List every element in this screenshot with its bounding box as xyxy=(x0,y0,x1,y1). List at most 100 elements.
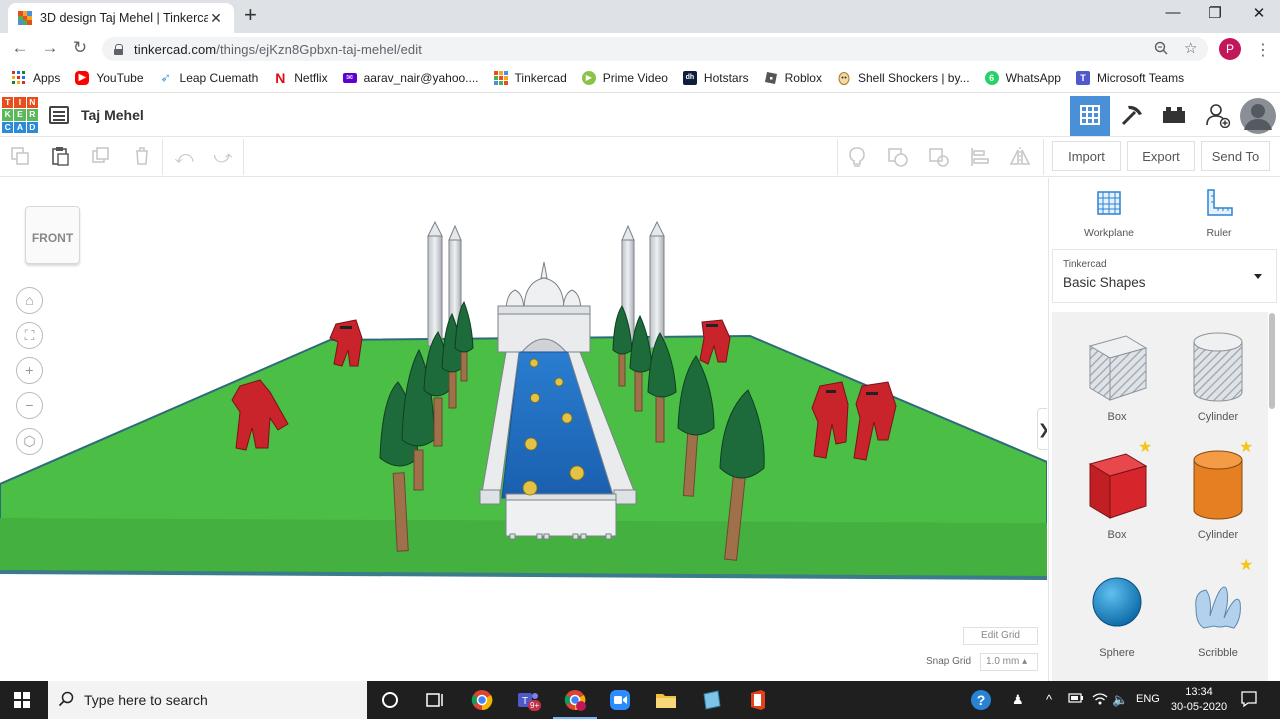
shape-cylinder-hole[interactable]: Cylinder xyxy=(1168,330,1268,423)
notifications-icon[interactable] xyxy=(1240,690,1258,711)
zoom-out-icon[interactable]: − xyxy=(16,392,43,419)
svg-text:?: ? xyxy=(977,692,986,708)
windows-start-icon[interactable] xyxy=(14,692,30,708)
workplane-button[interactable]: Workplane xyxy=(1069,188,1149,239)
box-solid-icon xyxy=(1084,453,1150,525)
browser-tab[interactable]: 3D design Taj Mehel | Tinkercad ✕ xyxy=(8,3,234,33)
chrome-profile-icon[interactable] xyxy=(553,688,597,719)
help-icon[interactable]: ? xyxy=(970,689,992,714)
bookmark-yahoo-mail[interactable]: ✉ aarav_nair@yahoo.... xyxy=(342,71,479,85)
youtube-icon: ▶ xyxy=(75,71,90,85)
new-tab-button[interactable]: + xyxy=(244,4,257,26)
bookmark-microsoft-teams[interactable]: T Microsoft Teams xyxy=(1075,71,1184,85)
file-explorer-icon[interactable] xyxy=(654,688,678,712)
zoom-icon[interactable] xyxy=(1154,41,1168,58)
bricks-view-button[interactable] xyxy=(1154,96,1194,136)
menu-kebab-icon[interactable]: ⋮ xyxy=(1255,40,1271,60)
blocks-view-button[interactable] xyxy=(1112,96,1152,136)
paste-icon[interactable] xyxy=(49,146,71,168)
ruler-button[interactable]: Ruler xyxy=(1179,188,1259,239)
teams-taskbar-icon[interactable]: T 9+ xyxy=(516,688,542,712)
task-view-icon[interactable] xyxy=(423,688,447,712)
reload-icon[interactable]: ↻ xyxy=(69,38,91,58)
minimize-button[interactable]: — xyxy=(1150,4,1196,21)
redo-icon[interactable]: ⤻ xyxy=(212,146,234,168)
system-clock[interactable]: 13:34 30-05-2020 xyxy=(1170,685,1228,715)
view-cube[interactable]: FRONT xyxy=(25,206,80,264)
bookmark-apps[interactable]: Apps xyxy=(12,71,60,85)
language-indicator[interactable]: ENG xyxy=(1136,693,1160,705)
home-view-icon[interactable]: ⌂ xyxy=(16,287,43,314)
cortana-icon[interactable] xyxy=(378,688,402,712)
export-button[interactable]: Export xyxy=(1127,141,1195,171)
forward-arrow-icon[interactable]: → xyxy=(39,38,61,58)
undo-icon[interactable]: ⤺ xyxy=(173,146,195,168)
import-button[interactable]: Import xyxy=(1052,141,1121,171)
cylinder-hole-icon xyxy=(1190,332,1246,407)
zoom-app-icon[interactable] xyxy=(608,688,632,712)
clock-date: 30-05-2020 xyxy=(1170,701,1228,713)
address-bar: ← → ↻ tinkercad.com/things/ejKzn8Gpbxn-t… xyxy=(0,33,1280,64)
shapes-scrollbar[interactable] xyxy=(1269,313,1275,409)
ungroup-icon[interactable] xyxy=(928,146,950,168)
taj-mahal-scene[interactable] xyxy=(0,178,1047,681)
bookmark-shell-shockers[interactable]: Shell Shockers | by... xyxy=(837,71,970,85)
bookmark-roblox[interactable]: Roblox xyxy=(764,71,822,85)
bookmark-hotstars[interactable]: dh Hotstars xyxy=(682,71,749,85)
show-hidden-icons-chevron-icon[interactable]: ^ xyxy=(1046,692,1052,707)
send-to-button[interactable]: Send To xyxy=(1201,141,1270,171)
shape-sphere[interactable]: Sphere xyxy=(1067,568,1167,659)
maximize-button[interactable]: ❐ xyxy=(1192,4,1238,22)
align-icon[interactable] xyxy=(969,146,991,168)
wifi-icon[interactable] xyxy=(1092,692,1108,709)
office-icon[interactable] xyxy=(746,688,770,712)
snap-grid-select[interactable]: 1.0 mm ▴ xyxy=(980,653,1038,671)
delete-icon[interactable] xyxy=(131,146,153,168)
bookmark-prime-video[interactable]: ▶ Prime Video xyxy=(581,71,668,85)
bookmark-star-icon[interactable]: ☆ xyxy=(1184,39,1197,57)
chrome-icon[interactable] xyxy=(470,688,494,712)
3d-viewport[interactable]: FRONT ⌂ ⛶ + − ⬡ Edit Grid Snap Grid 1.0 … xyxy=(0,178,1047,681)
tinkercad-logo[interactable]: TIN KER CAD xyxy=(2,97,38,133)
zoom-in-icon[interactable]: + xyxy=(16,357,43,384)
lightbulb-icon[interactable] xyxy=(846,146,868,168)
shape-box[interactable]: Box xyxy=(1067,448,1167,541)
panel-collapse-arrow-icon[interactable]: ❯ xyxy=(1037,408,1047,450)
close-window-button[interactable]: ✕ xyxy=(1236,4,1280,22)
design-list-icon[interactable] xyxy=(49,106,69,124)
shape-box-hole[interactable]: Box xyxy=(1067,330,1167,423)
fit-view-icon[interactable]: ⛶ xyxy=(16,322,43,349)
design-title[interactable]: Taj Mehel xyxy=(81,107,144,123)
url-input[interactable]: tinkercad.com/things/ejKzn8Gpbxn-taj-meh… xyxy=(102,37,1208,61)
bookmark-netflix[interactable]: N Netflix xyxy=(273,71,327,85)
toolbar-divider xyxy=(243,139,244,175)
bookmark-tinkercad[interactable]: Tinkercad xyxy=(493,71,567,85)
bookmark-whatsapp[interactable]: 6 WhatsApp xyxy=(984,71,1061,85)
hotstar-icon: dh xyxy=(682,71,697,85)
profile-avatar[interactable]: P xyxy=(1219,38,1241,60)
volume-icon[interactable]: 🔈 xyxy=(1112,692,1128,708)
add-user-button[interactable] xyxy=(1198,96,1238,136)
play-icon: ▶ xyxy=(581,71,596,85)
battery-icon[interactable] xyxy=(1068,692,1084,707)
taskbar-search[interactable]: Type here to search xyxy=(48,681,367,719)
mirror-icon[interactable] xyxy=(1009,146,1031,168)
user-avatar[interactable] xyxy=(1238,96,1278,136)
back-arrow-icon[interactable]: ← xyxy=(9,38,31,58)
copy-icon[interactable] xyxy=(9,146,31,168)
sticky-app-icon[interactable] xyxy=(700,688,724,712)
people-icon[interactable]: ♟ xyxy=(1012,692,1024,708)
tab-close-icon[interactable]: ✕ xyxy=(208,10,224,27)
grid-icon xyxy=(1079,104,1101,129)
orthographic-view-icon[interactable]: ⬡ xyxy=(16,428,43,455)
shape-library-dropdown[interactable]: Tinkercad Basic Shapes xyxy=(1052,249,1277,303)
bookmark-youtube[interactable]: ▶ YouTube xyxy=(75,71,144,85)
group-icon[interactable] xyxy=(887,146,909,168)
duplicate-icon[interactable] xyxy=(90,146,112,168)
bookmark-leap-cuemath[interactable]: ➶ Leap Cuemath xyxy=(159,71,258,86)
shape-scribble[interactable]: Scribble xyxy=(1168,568,1268,659)
edit-grid-button[interactable]: Edit Grid xyxy=(963,627,1038,645)
3d-view-button[interactable] xyxy=(1070,96,1110,136)
shape-cylinder[interactable]: Cylinder xyxy=(1168,448,1268,541)
library-name: Basic Shapes xyxy=(1063,275,1146,290)
